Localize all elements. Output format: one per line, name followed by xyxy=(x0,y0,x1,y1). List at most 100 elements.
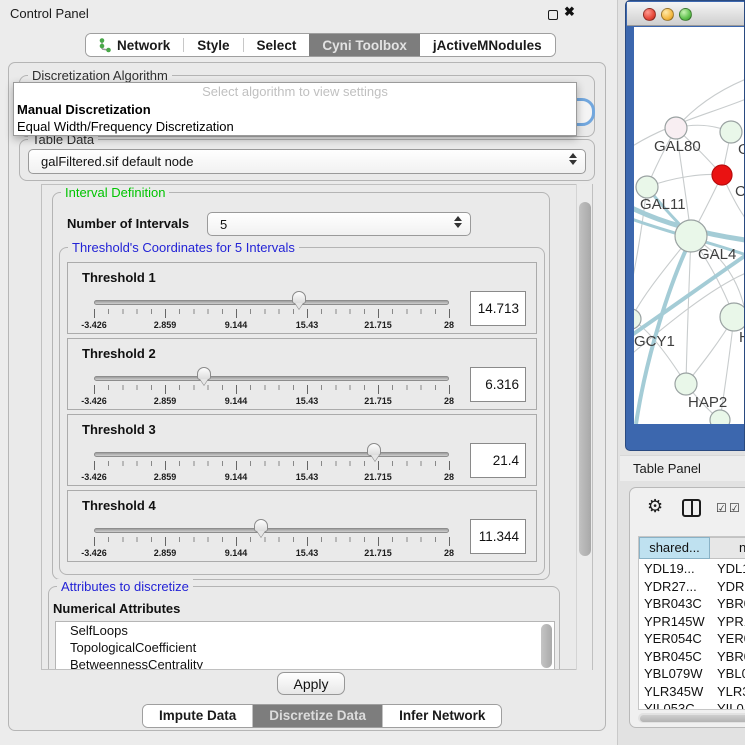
dropdown-option-manual[interactable]: Manual Discretization xyxy=(14,101,576,118)
tick-label: 28 xyxy=(444,396,454,406)
table-row[interactable]: YDR27...YDR2 xyxy=(639,578,745,596)
threshold-3-slider[interactable]: -3.426 2.859 9.144 15.43 21.715 28 xyxy=(94,415,449,487)
cell: YBR043C xyxy=(639,595,710,613)
table-row[interactable]: YLR345WYLR3 xyxy=(639,683,745,701)
node-red-selected[interactable] xyxy=(712,165,732,185)
table-horizontal-scrollbar[interactable] xyxy=(638,713,745,723)
threshold-2-slider[interactable]: -3.426 2.859 9.144 15.43 21.715 28 xyxy=(94,339,449,411)
scrollbar-thumb[interactable] xyxy=(579,202,591,556)
node-label-hap2: HAP2 xyxy=(688,394,727,411)
node-partial-g[interactable] xyxy=(720,121,742,143)
table-row[interactable]: YBL079WYBL0 xyxy=(639,665,745,683)
settings-scrollbar[interactable] xyxy=(576,184,592,670)
tick-label: 15.43 xyxy=(296,396,319,406)
settings-scroll-viewport: Interval Definition Number of Intervals … xyxy=(41,184,593,670)
discretization-algorithm-title: Discretization Algorithm xyxy=(28,68,172,83)
tick-label: 2.859 xyxy=(154,396,177,406)
cell: YER054C xyxy=(639,630,710,648)
number-of-intervals-spinner[interactable]: 5 xyxy=(207,212,471,236)
cell: YPR145W xyxy=(639,613,710,631)
minimize-traffic-light-icon[interactable] xyxy=(661,8,674,21)
threshold-1-value-field[interactable] xyxy=(470,291,526,326)
list-item[interactable]: TopologicalCoefficient xyxy=(56,639,554,656)
list-scrollbar[interactable] xyxy=(541,624,552,668)
table-row[interactable]: YBR045CYBR0 xyxy=(639,648,745,666)
node-label-gal80: GAL80 xyxy=(654,138,701,155)
node-gal11[interactable] xyxy=(636,176,658,198)
zoom-traffic-light-icon[interactable] xyxy=(679,8,692,21)
table-row[interactable]: YPR145WYPR1 xyxy=(639,613,745,631)
apply-button[interactable]: Apply xyxy=(277,672,345,695)
numerical-attributes-list[interactable]: SelfLoops TopologicalCoefficient Between… xyxy=(55,621,555,670)
list-item[interactable]: SelfLoops xyxy=(56,622,554,639)
node-label-g: G xyxy=(738,141,745,158)
tab-select[interactable]: Select xyxy=(244,34,310,56)
tab-impute-data[interactable]: Impute Data xyxy=(143,705,253,727)
tab-select-label: Select xyxy=(257,38,297,53)
slider-major-ticks xyxy=(94,309,450,318)
threshold-4-value-field[interactable] xyxy=(470,519,526,554)
cell: YBR045C xyxy=(639,648,710,666)
table-row[interactable]: YDL19...YDL1 xyxy=(639,560,745,578)
number-of-intervals-label: Number of Intervals xyxy=(67,216,189,231)
slider-track[interactable] xyxy=(94,300,449,305)
slider-track[interactable] xyxy=(94,452,449,457)
split-columns-icon[interactable] xyxy=(682,499,701,517)
network-view-window: GAL80 G C GAL11 GAL4 GCY1 H HAP2 xyxy=(625,0,745,451)
node-gal80[interactable] xyxy=(665,117,687,139)
tab-jactivemnodules[interactable]: jActiveMNodules xyxy=(420,34,555,56)
float-window-icon[interactable] xyxy=(548,10,558,20)
close-icon[interactable]: ✖ xyxy=(564,4,575,20)
threshold-1-panel: Threshold 1 -3.426 2.859 9.144 xyxy=(67,262,537,334)
slider-track[interactable] xyxy=(94,528,449,533)
column-header-name[interactable]: na xyxy=(710,537,745,559)
tab-infer-network[interactable]: Infer Network xyxy=(383,705,501,727)
window-title: Control Panel xyxy=(10,6,89,21)
column-header-shared-name[interactable]: shared... xyxy=(639,537,710,559)
checkbox-icon[interactable]: ☑ xyxy=(729,501,740,515)
node-partial-h[interactable] xyxy=(720,303,745,331)
list-item[interactable]: BetweennessCentrality xyxy=(56,656,554,670)
tab-cyni-toolbox[interactable]: Cyni Toolbox xyxy=(309,34,420,56)
table-row[interactable]: YBR043CYBR0 xyxy=(639,595,745,613)
node-hap2[interactable] xyxy=(675,373,697,395)
threshold-4-slider[interactable]: -3.426 2.859 9.144 15.43 21.715 28 xyxy=(94,491,449,563)
slider-thumb[interactable] xyxy=(367,443,381,456)
numerical-attributes-label: Numerical Attributes xyxy=(53,601,180,616)
cell: YDL1 xyxy=(710,560,745,578)
interval-definition-title: Interval Definition xyxy=(61,185,169,200)
algorithm-dropdown-popup: Select algorithm to view settings Manual… xyxy=(13,82,577,136)
threshold-3-value-field[interactable] xyxy=(470,443,526,478)
slider-thumb[interactable] xyxy=(254,519,268,532)
bottom-tab-bar: Impute Data Discretize Data Infer Networ… xyxy=(142,704,502,728)
tab-style[interactable]: Style xyxy=(184,34,242,56)
threshold-2-value-field[interactable] xyxy=(470,367,526,402)
network-canvas[interactable]: GAL80 G C GAL11 GAL4 GCY1 H HAP2 xyxy=(634,27,745,424)
tick-label: 28 xyxy=(444,320,454,330)
table-data-combobox[interactable]: galFiltered.sif default node xyxy=(28,149,586,174)
main-tab-bar: Network Style Select Cyni Toolbox jActiv… xyxy=(85,33,556,57)
slider-thumb[interactable] xyxy=(197,367,211,380)
node-bottom[interactable] xyxy=(710,410,730,424)
tick-label: 28 xyxy=(444,548,454,558)
dropdown-option-equal-width[interactable]: Equal Width/Frequency Discretization xyxy=(14,118,576,135)
slider-track[interactable] xyxy=(94,376,449,381)
tick-label: 2.859 xyxy=(154,472,177,482)
slider-thumb[interactable] xyxy=(292,291,306,304)
number-of-intervals-value: 5 xyxy=(220,217,227,232)
tab-discretize-data[interactable]: Discretize Data xyxy=(253,705,383,727)
scrollbar-thumb[interactable] xyxy=(640,715,745,722)
tab-network[interactable]: Network xyxy=(86,34,183,56)
threshold-1-slider[interactable]: -3.426 2.859 9.144 15.43 21.715 28 xyxy=(94,263,449,335)
threshold-4-panel: Threshold 4 -3.426 2.859 9.144 xyxy=(67,490,537,562)
table-row[interactable]: YER054CYER0 xyxy=(639,630,745,648)
checkbox-icon[interactable]: ☑ xyxy=(716,501,727,515)
node-attribute-table[interactable]: shared... na YDL19...YDL1 YDR27...YDR2 Y… xyxy=(638,536,745,710)
cell: YER0 xyxy=(710,630,745,648)
gear-icon[interactable]: ⚙ xyxy=(647,496,663,517)
network-window-titlebar[interactable] xyxy=(627,2,744,26)
slider-major-ticks xyxy=(94,461,450,470)
table-row[interactable]: YIL053CYIL0 xyxy=(639,700,745,710)
tick-label: 21.715 xyxy=(364,396,392,406)
close-traffic-light-icon[interactable] xyxy=(643,8,656,21)
